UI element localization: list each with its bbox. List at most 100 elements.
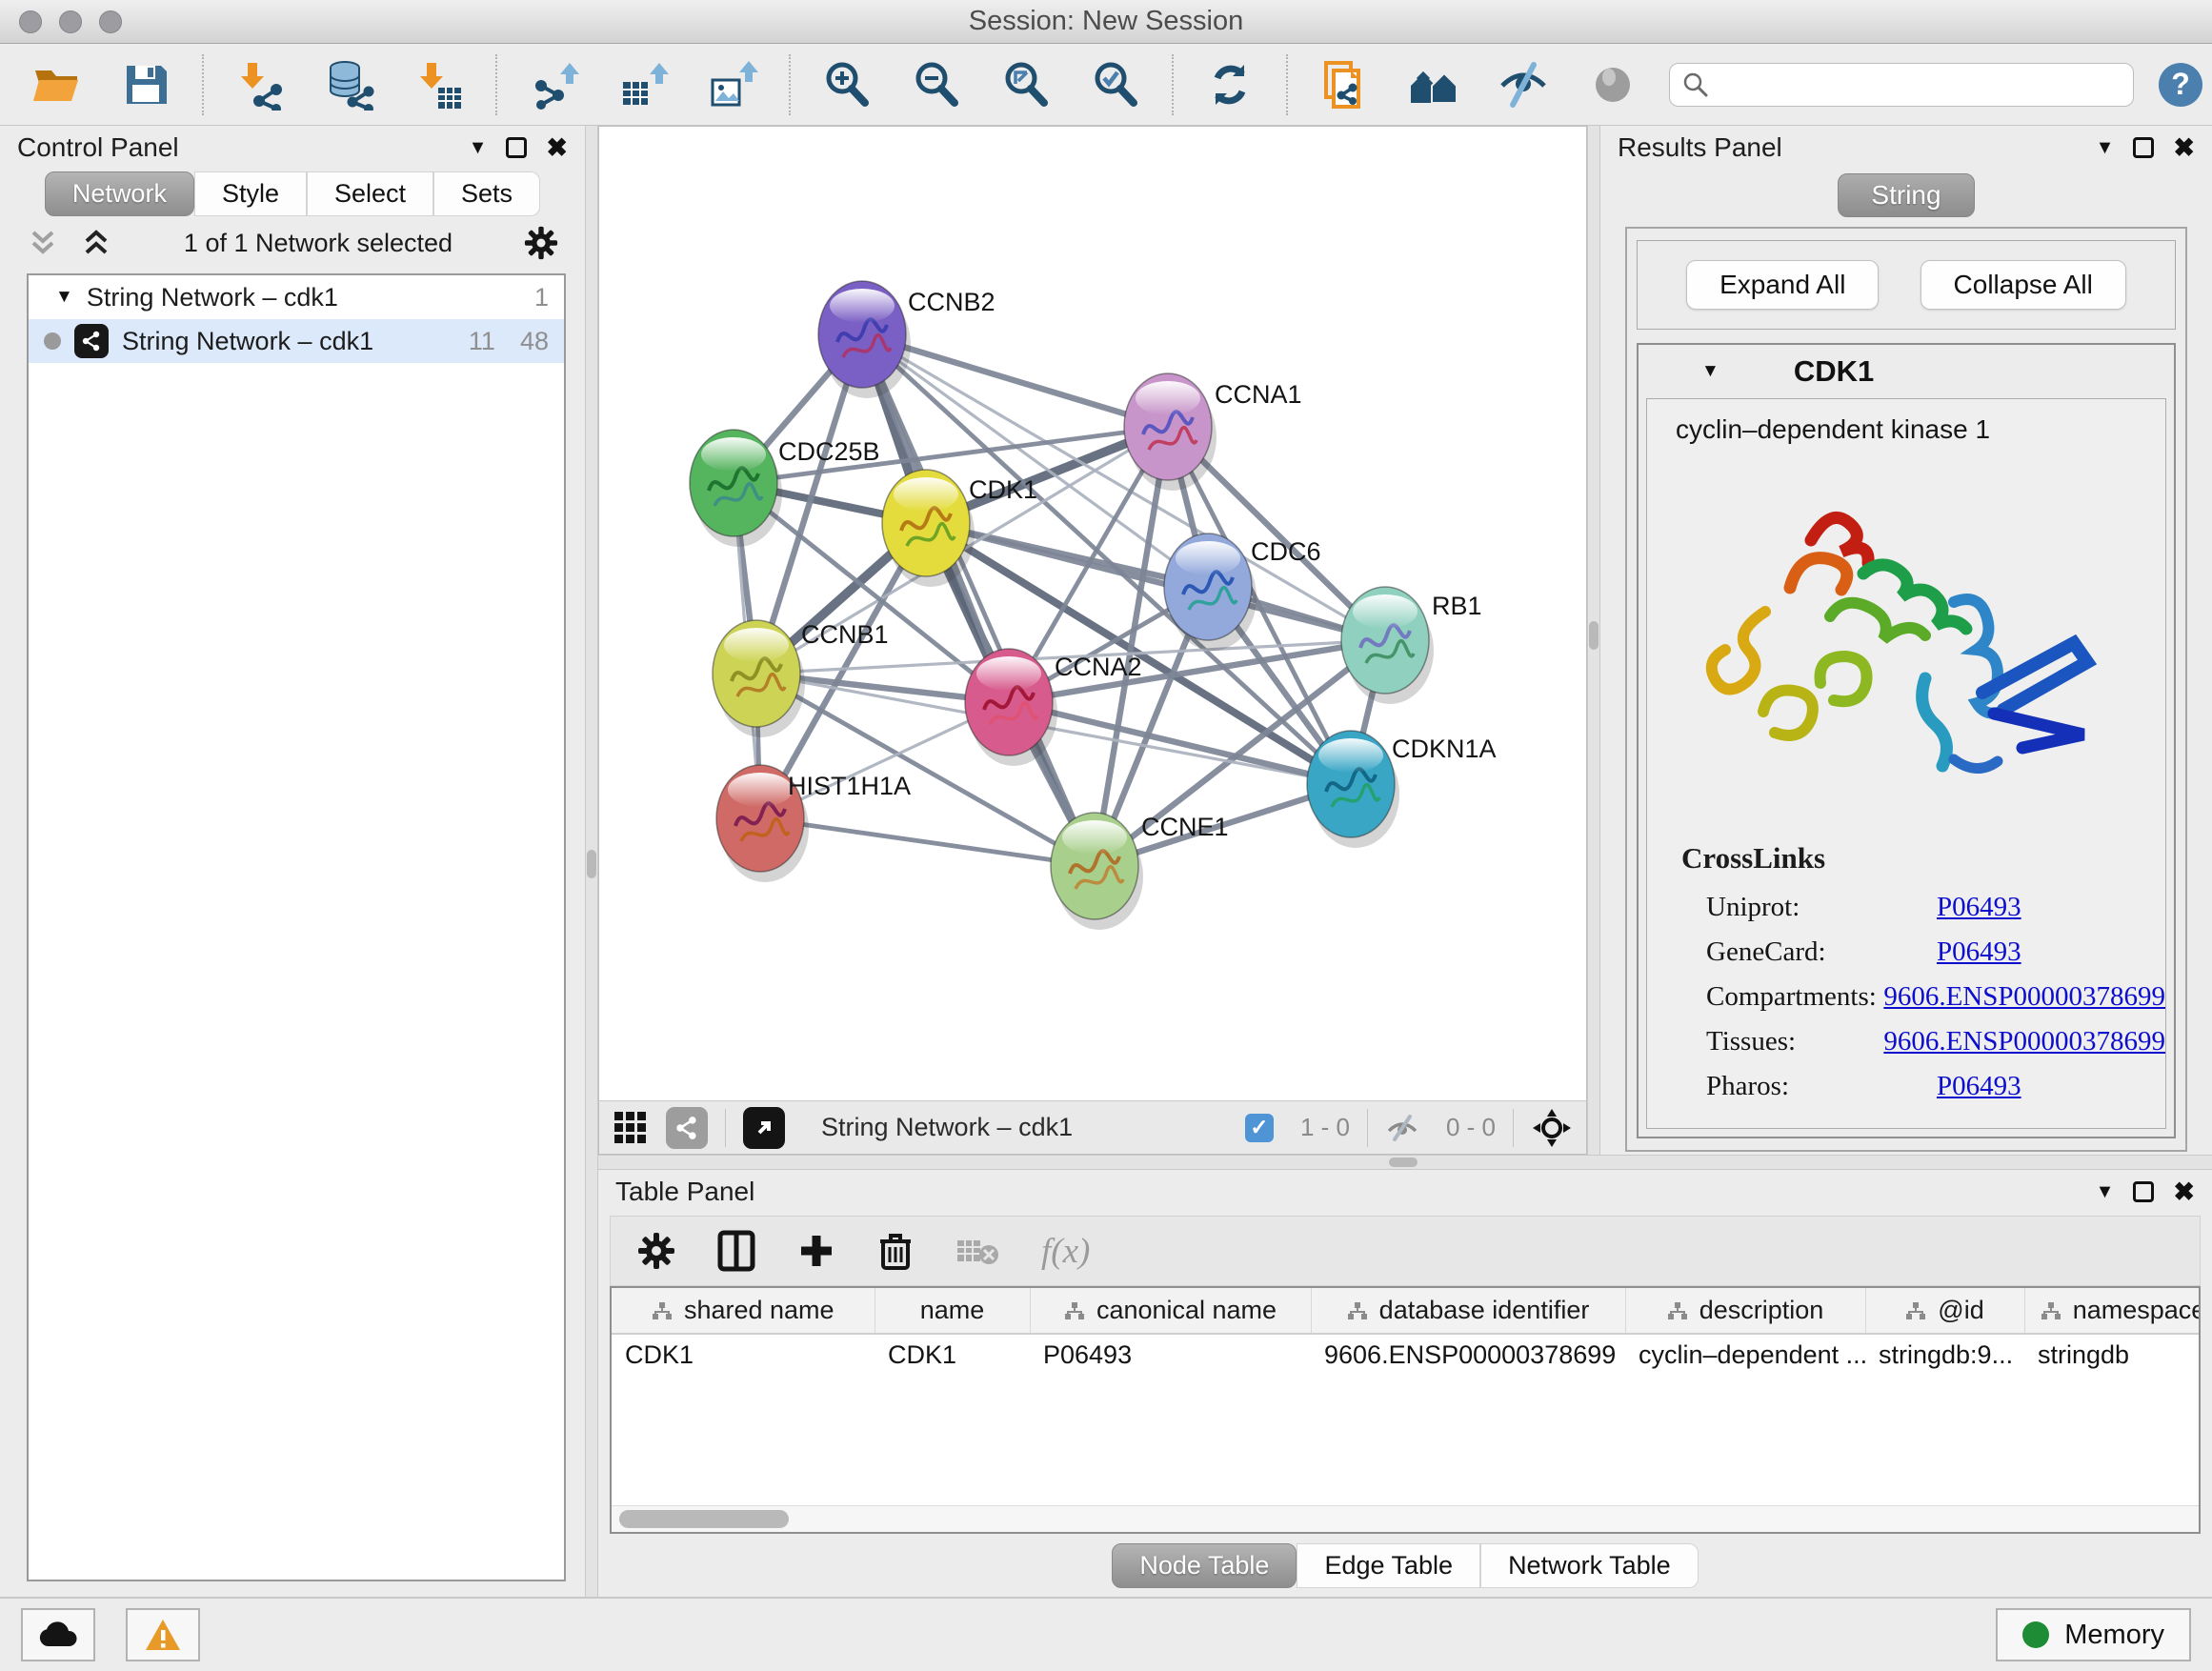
protein-section-header[interactable]: ▼ CDK1: [1639, 345, 2174, 398]
collapse-all-button[interactable]: Collapse All: [1920, 260, 2126, 310]
zoom-selected-button[interactable]: [1088, 57, 1143, 112]
column-header-description[interactable]: description: [1625, 1288, 1865, 1334]
function-builder-icon[interactable]: f(x): [1041, 1231, 1090, 1272]
tab-network-table[interactable]: Network Table: [1480, 1543, 1699, 1588]
collapse-all-networks-icon[interactable]: [80, 229, 112, 257]
warnings-button[interactable]: [126, 1608, 200, 1661]
expand-all-networks-icon[interactable]: [27, 229, 59, 257]
crosslink-uniprot-link[interactable]: P06493: [1937, 892, 2021, 923]
search-input[interactable]: [1710, 70, 2122, 99]
crosslink-tissues-link[interactable]: 9606.ENSP00000378699: [1883, 1026, 2165, 1057]
control-panel-menu-icon[interactable]: ▼: [469, 137, 488, 159]
cell-database-identifier[interactable]: 9606.ENSP00000378699: [1311, 1334, 1625, 1376]
table-options-gear-icon[interactable]: [637, 1232, 675, 1270]
selected-items-checkbox[interactable]: ✓: [1245, 1114, 1274, 1142]
table-panel-float-icon[interactable]: [2133, 1181, 2154, 1202]
export-table-button[interactable]: [615, 57, 671, 112]
tab-edge-table[interactable]: Edge Table: [1297, 1543, 1480, 1588]
memory-button[interactable]: Memory: [1996, 1608, 2191, 1661]
scrollbar-thumb[interactable]: [619, 1510, 789, 1528]
tab-node-table[interactable]: Node Table: [1112, 1543, 1297, 1588]
node-CCNE1[interactable]: [1051, 813, 1143, 930]
tab-style[interactable]: Style: [194, 171, 307, 216]
import-table-from-file-button[interactable]: [412, 57, 467, 112]
crosslink-pharos-link[interactable]: P06493: [1937, 1071, 2021, 1102]
minimize-window-button[interactable]: [59, 10, 82, 33]
network-mode-button[interactable]: [666, 1107, 708, 1149]
node-CCNA1[interactable]: [1124, 373, 1217, 491]
results-panel-menu-icon[interactable]: ▼: [2096, 137, 2115, 159]
collapse-protein-icon[interactable]: ▼: [1701, 361, 1719, 382]
cloud-status-button[interactable]: [21, 1608, 95, 1661]
crosslink-genecard-link[interactable]: P06493: [1937, 936, 2021, 968]
divider-handle[interactable]: [1589, 621, 1599, 650]
node-CCNA2[interactable]: [965, 649, 1057, 766]
detach-view-button[interactable]: [743, 1107, 785, 1149]
expand-all-button[interactable]: Expand All: [1686, 260, 1879, 310]
left-panel-divider[interactable]: [585, 126, 598, 1597]
control-panel-float-icon[interactable]: [506, 137, 527, 158]
import-network-from-database-button[interactable]: [322, 57, 377, 112]
table-panel-menu-icon[interactable]: ▼: [2096, 1181, 2115, 1203]
cell-shared-name[interactable]: CDK1: [612, 1334, 875, 1376]
column-header-id[interactable]: @id: [1865, 1288, 2024, 1334]
zoom-fit-button[interactable]: [998, 57, 1054, 112]
tab-string[interactable]: String: [1838, 173, 1974, 217]
save-session-button[interactable]: [118, 57, 173, 112]
collapse-collection-icon[interactable]: ▼: [55, 287, 73, 308]
add-column-icon[interactable]: [797, 1232, 835, 1270]
column-header-name[interactable]: name: [875, 1288, 1030, 1334]
table-panel-divider[interactable]: [598, 1155, 2212, 1170]
maximize-window-button[interactable]: [99, 10, 122, 33]
string-home-button[interactable]: [1406, 57, 1461, 112]
cell-name[interactable]: CDK1: [875, 1334, 1030, 1376]
node-RB1[interactable]: [1341, 587, 1434, 704]
node-CDC6[interactable]: [1164, 534, 1257, 651]
column-header-namespace[interactable]: namespace: [2024, 1288, 2201, 1334]
refresh-button[interactable]: [1202, 57, 1257, 112]
delete-table-icon[interactable]: [955, 1235, 999, 1267]
cell-namespace[interactable]: stringdb: [2024, 1334, 2201, 1376]
network-row[interactable]: String Network – cdk1 11 48: [29, 319, 564, 363]
node-CDK1[interactable]: [882, 470, 975, 587]
network-options-gear-icon[interactable]: [524, 226, 558, 260]
new-network-from-selection-button[interactable]: [1317, 57, 1372, 112]
column-header-database-identifier[interactable]: database identifier: [1311, 1288, 1625, 1334]
results-panel-divider[interactable]: [1587, 126, 1600, 1155]
import-network-from-file-button[interactable]: [232, 57, 288, 112]
network-collection-row[interactable]: ▼ String Network – cdk1 1: [29, 275, 564, 319]
cell-canonical-name[interactable]: P06493: [1030, 1334, 1311, 1376]
column-header-shared-name[interactable]: shared name: [612, 1288, 875, 1334]
open-session-button[interactable]: [29, 57, 84, 112]
delete-column-icon[interactable]: [877, 1230, 914, 1272]
birds-eye-navigator-button[interactable]: [1531, 1107, 1573, 1149]
node-CCNB2[interactable]: [818, 281, 911, 398]
network-canvas[interactable]: CCNB2CCNA1CDC25BCDK1CDC6RB1CCNB1CCNA2CDK…: [599, 127, 1586, 1100]
hide-selected-button[interactable]: [1496, 57, 1551, 112]
export-network-button[interactable]: [526, 57, 581, 112]
divider-handle[interactable]: [587, 850, 596, 878]
zoom-out-button[interactable]: [909, 57, 964, 112]
export-image-button[interactable]: [705, 57, 760, 112]
table-panel-close-icon[interactable]: ✖: [2173, 1179, 2195, 1205]
zoom-in-button[interactable]: [819, 57, 875, 112]
table-row[interactable]: CDK1 CDK1 P06493 9606.ENSP00000378699 cy…: [612, 1334, 2201, 1376]
cell-description[interactable]: cyclin–dependent ...: [1625, 1334, 1865, 1376]
show-all-button[interactable]: [1585, 57, 1640, 112]
tab-sets[interactable]: Sets: [433, 171, 540, 216]
results-panel-close-icon[interactable]: ✖: [2173, 135, 2195, 161]
node-CDKN1A[interactable]: [1307, 731, 1399, 848]
cell-id[interactable]: stringdb:9...: [1865, 1334, 2024, 1376]
results-panel-float-icon[interactable]: [2133, 137, 2154, 158]
tab-network[interactable]: Network: [45, 171, 194, 216]
divider-handle[interactable]: [1389, 1158, 1418, 1167]
crosslink-compartments-link[interactable]: 9606.ENSP00000378699: [1883, 981, 2165, 1013]
help-button[interactable]: ?: [2159, 63, 2202, 107]
network-graph[interactable]: CCNB2CCNA1CDC25BCDK1CDC6RB1CCNB1CCNA2CDK…: [599, 127, 1586, 1100]
tab-select[interactable]: Select: [307, 171, 433, 216]
column-header-canonical-name[interactable]: canonical name: [1030, 1288, 1311, 1334]
close-window-button[interactable]: [19, 10, 42, 33]
table-horizontal-scrollbar[interactable]: [612, 1505, 2199, 1532]
control-panel-close-icon[interactable]: ✖: [546, 135, 568, 161]
edge-HIST1H1A-CCNE1[interactable]: [760, 818, 1095, 866]
